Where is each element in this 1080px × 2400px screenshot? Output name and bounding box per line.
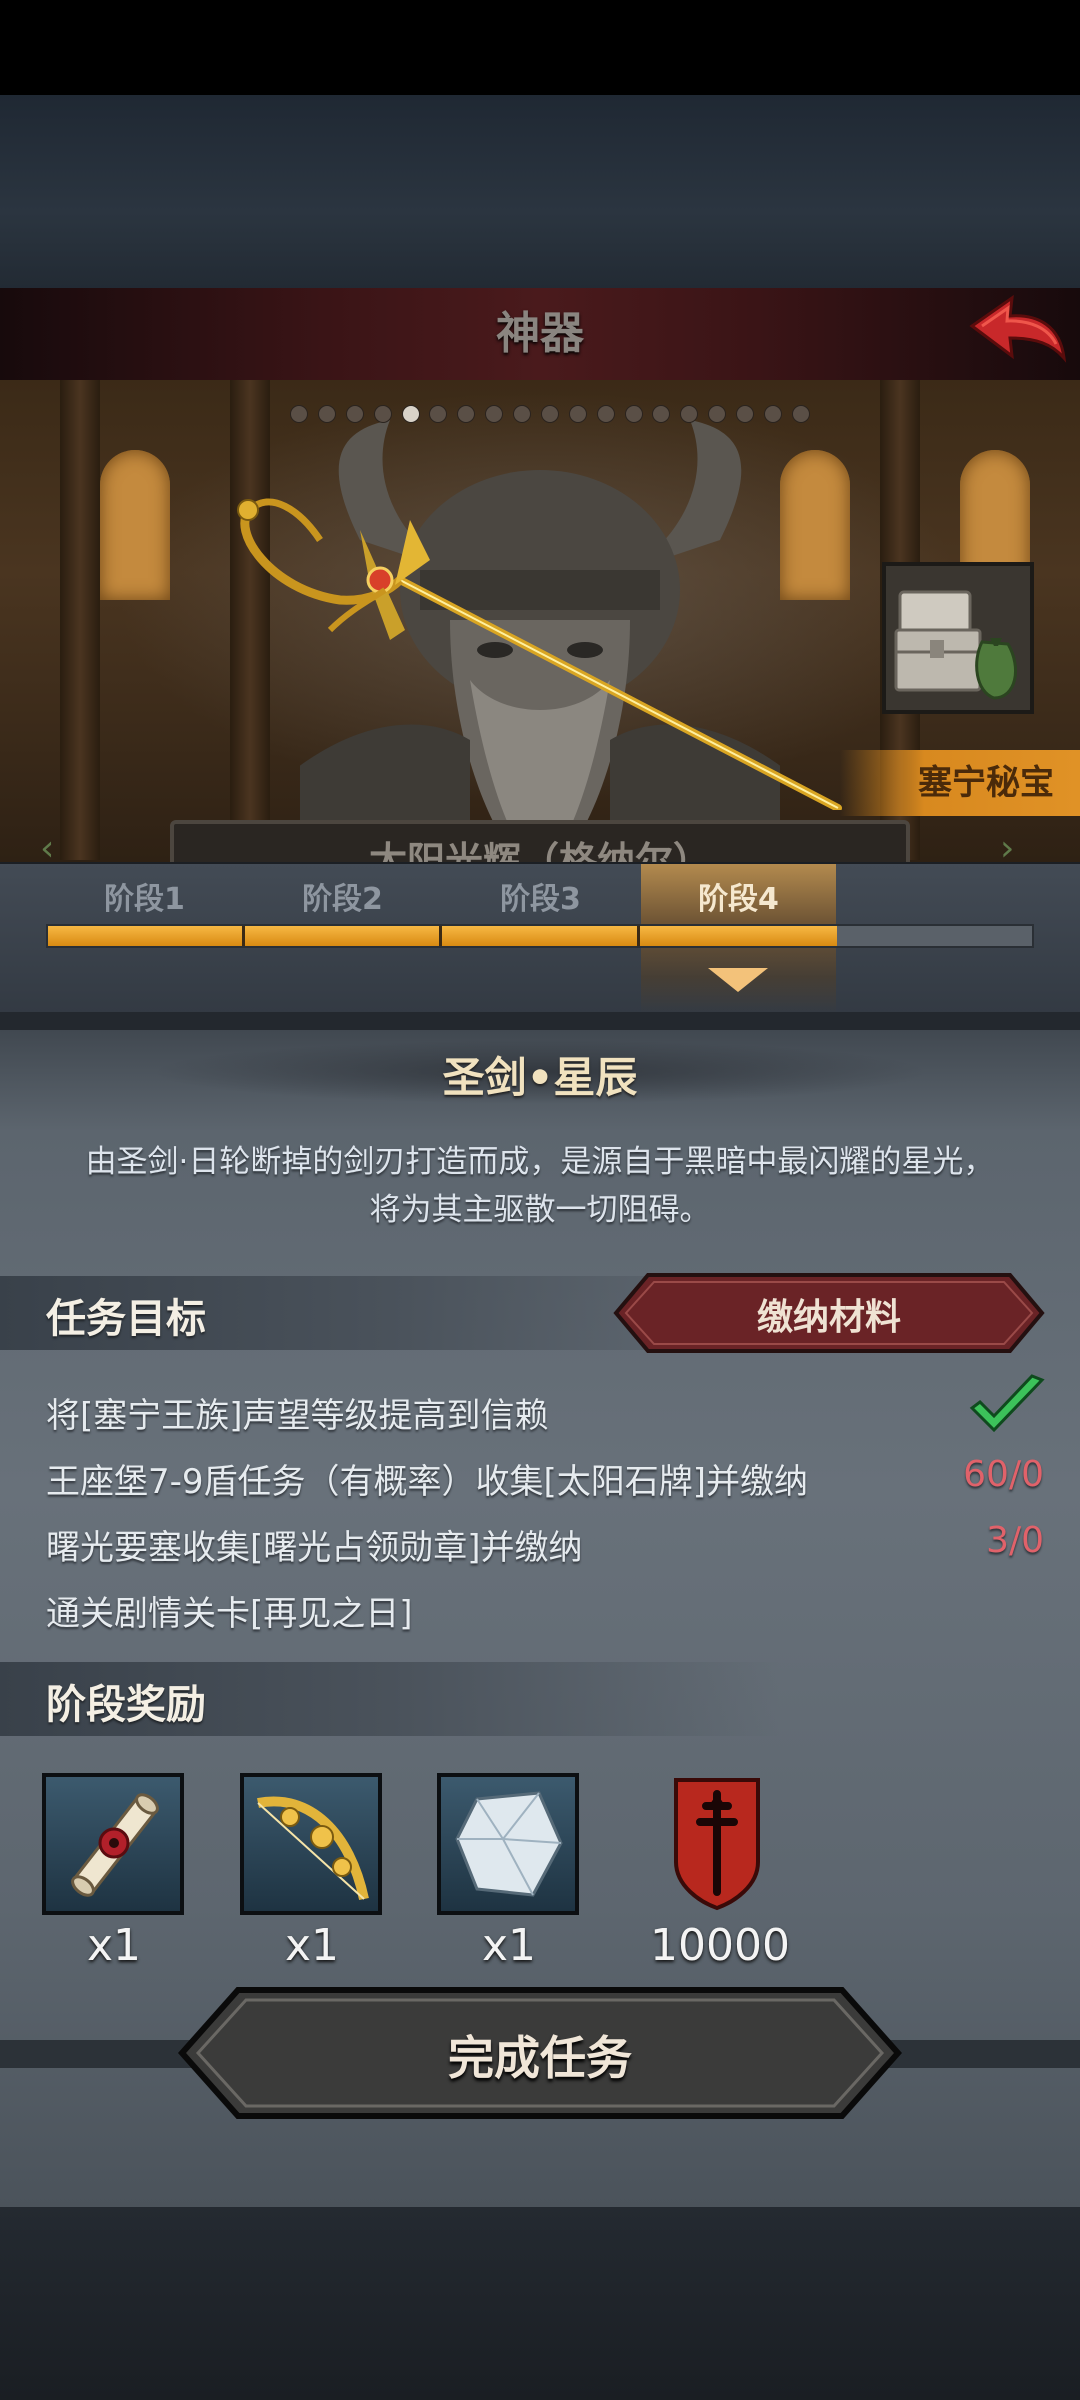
task-progress: 3/0 [986,1520,1044,1561]
panel-top-edge [0,1012,1080,1030]
crystal-icon [455,1791,563,1897]
page-dot[interactable] [763,405,782,423]
task-item: 通关剧情关卡[再见之日] [46,1578,1046,1636]
submit-material-button[interactable]: 缴纳材料 [612,1272,1046,1354]
stage-selector: 阶段1 阶段2 阶段3 阶段4 [0,862,1080,1014]
artifact-page-dots [290,405,810,425]
page-dot[interactable] [429,405,448,423]
stage-indicator-triangle-icon [708,968,768,992]
treasure-chest-button[interactable] [882,562,1034,714]
rewards-title: 阶段奖励 [46,1682,206,1728]
scroll-icon [71,1793,159,1897]
page-dot[interactable] [513,405,531,423]
task-item: 将[塞宁王族]声望等级提高到信赖 [46,1374,1046,1438]
page-dot[interactable] [373,405,392,423]
reward-item[interactable] [437,1773,579,1915]
artifact-name: 太阳光辉（格纳尔） [368,839,711,862]
page-dot[interactable] [596,405,615,423]
reward-quantity: x1 [284,1920,340,1971]
stage-name: 圣剑•星辰 [442,1053,638,1102]
stage-tab-label: 阶段3 [500,882,581,917]
artifact-name-bar: 太阳光辉（格纳尔） [170,820,910,862]
progress-segment [442,926,640,946]
status-bar [0,0,1080,95]
treasure-chest-icon [894,590,1017,700]
page-dot[interactable] [457,405,476,423]
reward-quantity: 10000 [650,1920,790,1971]
page-dot[interactable] [708,405,727,423]
reward-item[interactable] [672,1776,762,1912]
task-text: 王座堡7-9盾任务（有概率）收集[太阳石牌]并缴纳 [46,1462,809,1502]
back-arrow-icon[interactable] [968,292,1068,372]
treasure-label: 塞宁秘宝 [918,763,1054,803]
reward-item[interactable] [240,1773,382,1915]
background-top [0,95,1080,290]
page-dot[interactable] [568,405,587,423]
artifact-scene: 塞宁秘宝 太阳光辉（格纳尔） ‹ › [0,380,1080,862]
treasure-label-bar[interactable]: 塞宁秘宝 [840,750,1080,816]
page-dot[interactable] [540,405,559,423]
reward-quantity: x1 [481,1920,537,1971]
stage-tab-1[interactable]: 阶段1 [46,864,243,922]
page-dot[interactable] [485,405,504,423]
complete-task-button[interactable]: 完成任务 [178,1986,902,2120]
page-dot[interactable] [290,405,308,423]
prev-artifact-arrow-icon[interactable]: ‹ [40,828,54,862]
task-text: 通关剧情关卡[再见之日] [46,1594,413,1634]
golden-bow-icon [257,1796,369,1901]
task-progress: 60/0 [963,1454,1044,1495]
holy-sword-image [237,498,842,810]
page-dot[interactable] [680,405,699,423]
task-item: 王座堡7-9盾任务（有概率）收集[太阳石牌]并缴纳 60/0 [46,1446,1046,1504]
stage-tab-label: 阶段2 [302,882,383,917]
page-title: 神器 [496,308,584,359]
description-line: 将为其主驱散一切阻碍。 [369,1192,711,1228]
progress-segment [245,926,442,946]
stage-progress-bar [46,924,1034,948]
progress-segment [640,926,837,946]
stage-tab-2[interactable]: 阶段2 [244,864,441,922]
reward-item[interactable] [42,1773,184,1915]
complete-task-label: 完成任务 [448,2031,632,2085]
progress-segment [48,926,245,946]
stage-tab-label: 阶段4 [698,882,779,917]
page-dot[interactable] [736,405,754,423]
page-dot[interactable] [624,405,643,423]
reward-quantity: x1 [86,1920,142,1971]
red-shield-emblem-icon [674,1778,760,1911]
task-text: 将[塞宁王族]声望等级提高到信赖 [46,1396,549,1436]
page-dot[interactable] [652,405,671,423]
next-artifact-arrow-icon[interactable]: › [1000,828,1014,862]
page-dot[interactable] [317,405,336,423]
tasks-title: 任务目标 [46,1296,206,1342]
task-item: 曙光要塞收集[曙光占领勋章]并缴纳 3/0 [46,1512,1046,1570]
check-icon [969,1374,1045,1433]
rewards-header: 阶段奖励 [0,1662,780,1736]
page-dot-active[interactable] [401,405,420,423]
bottom-background [0,2207,1080,2400]
description-line: 由圣剑·日轮断掉的剑刃打造而成，是源自于黑暗中最闪耀的星光， [85,1144,995,1180]
pillar [60,380,100,860]
stage-tab-3[interactable]: 阶段3 [442,864,639,922]
title-bar: 神器 [0,288,1080,382]
stage-description: 由圣剑·日轮断掉的剑刃打造而成，是源自于黑暗中最闪耀的星光， 将为其主驱散一切阻… [40,1138,1040,1234]
task-text: 曙光要塞收集[曙光占领勋章]并缴纳 [46,1528,583,1568]
stage-tab-4[interactable]: 阶段4 [641,864,836,922]
page-dot[interactable] [791,405,810,423]
page-dot[interactable] [345,405,364,423]
stage-tab-label: 阶段1 [104,882,185,917]
window-arch [100,450,170,600]
submit-material-label: 缴纳材料 [756,1297,901,1338]
